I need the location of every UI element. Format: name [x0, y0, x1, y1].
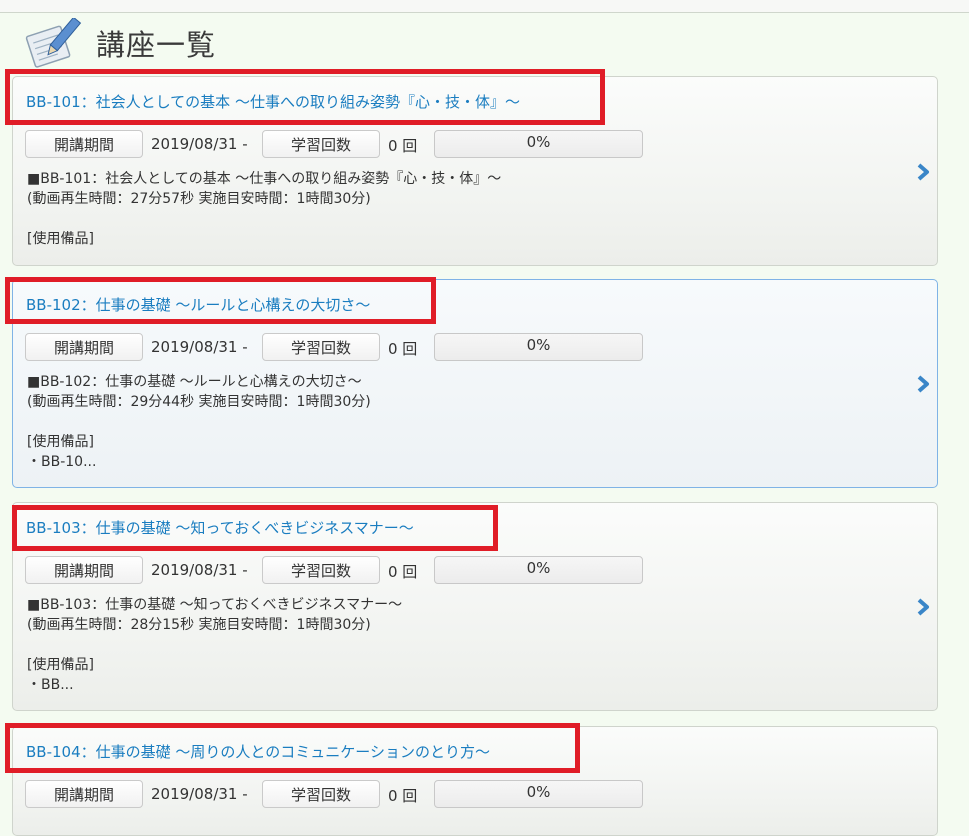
course-meta-row: 開講期間 2019/08/31 - 学習回数 0 回 0% [25, 333, 665, 363]
progress-bar: 0% [434, 780, 643, 808]
course-description: ■BB-102：仕事の基礎 ～ルールと心構えの大切さ～ (動画再生時間：29分44… [27, 372, 371, 472]
chevron-right-icon[interactable] [916, 598, 930, 616]
course-meta-row: 開講期間 2019/08/31 - 学習回数 0 回 0% [25, 780, 665, 810]
course-description: ■BB-103：仕事の基礎 ～知っておくべきビジネスマナー～ (動画再生時間：28… [27, 595, 402, 695]
page-title: 講座一覧 [96, 28, 217, 62]
highlight-box [12, 505, 498, 551]
highlight-box [5, 723, 580, 773]
count-label: 学習回数 [262, 556, 380, 584]
progress-bar: 0% [434, 556, 643, 584]
period-date: 2019/08/31 - [151, 561, 248, 579]
study-count: 0 回 [388, 787, 418, 805]
description-line [27, 635, 402, 655]
period-label: 開講期間 [25, 130, 143, 158]
period-date: 2019/08/31 - [151, 135, 248, 153]
course-meta-row: 開講期間 2019/08/31 - 学習回数 0 回 0% [25, 130, 665, 160]
highlight-box [5, 277, 436, 324]
period-date: 2019/08/31 - [151, 338, 248, 356]
description-line: ■BB-102：仕事の基礎 ～ルールと心構えの大切さ～ [27, 374, 362, 390]
progress-text: 0% [526, 783, 551, 801]
period-date: 2019/08/31 - [151, 785, 248, 803]
description-line: [使用備品] [27, 231, 94, 247]
period-label: 開講期間 [25, 780, 143, 808]
description-line: [使用備品] [27, 434, 94, 450]
highlight-box [5, 69, 605, 125]
period-label: 開講期間 [25, 333, 143, 361]
period-label: 開講期間 [25, 556, 143, 584]
progress-text: 0% [526, 133, 551, 151]
description-line: (動画再生時間：28分15秒 実施目安時間：1時間30分) [27, 617, 371, 633]
progress-text: 0% [526, 336, 551, 354]
progress-text: 0% [526, 559, 551, 577]
chevron-right-icon[interactable] [916, 163, 930, 181]
description-line: ・BB-10... [27, 454, 97, 470]
description-line: ■BB-103：仕事の基礎 ～知っておくべきビジネスマナー～ [27, 597, 403, 613]
description-line: ・BB... [27, 677, 74, 693]
count-label: 学習回数 [262, 333, 380, 361]
course-description: ■BB-101：社会人としての基本 ～仕事への取り組み姿勢『心・技・体』～ (動画… [27, 169, 501, 249]
description-line [27, 412, 371, 432]
top-bar [0, 0, 969, 13]
description-line: [使用備品] [27, 657, 94, 673]
progress-bar: 0% [434, 333, 643, 361]
count-label: 学習回数 [262, 130, 380, 158]
count-label: 学習回数 [262, 780, 380, 808]
course-meta-row: 開講期間 2019/08/31 - 学習回数 0 回 0% [25, 556, 665, 586]
description-line: (動画再生時間：29分44秒 実施目安時間：1時間30分) [27, 394, 371, 410]
study-count: 0 回 [388, 563, 418, 581]
progress-bar: 0% [434, 130, 643, 158]
study-count: 0 回 [388, 340, 418, 358]
description-line [27, 209, 501, 229]
notepad-pencil-icon [25, 18, 82, 68]
chevron-right-icon[interactable] [916, 375, 930, 393]
description-line: ■BB-101：社会人としての基本 ～仕事への取り組み姿勢『心・技・体』～ [27, 171, 502, 187]
study-count: 0 回 [388, 137, 418, 155]
description-line: (動画再生時間：27分57秒 実施目安時間：1時間30分) [27, 191, 371, 207]
